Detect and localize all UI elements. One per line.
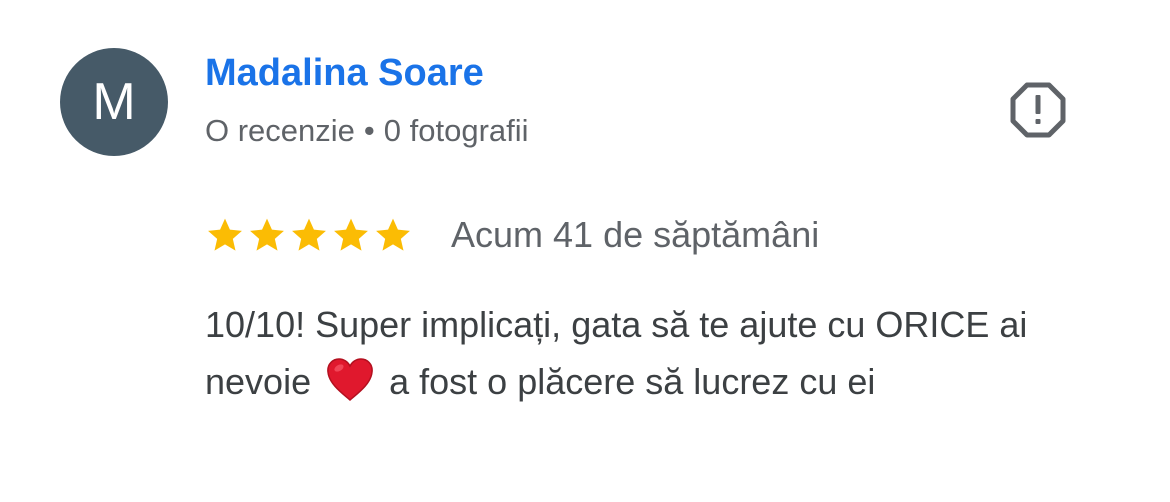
star-icon xyxy=(376,218,410,251)
star-icon xyxy=(292,218,326,251)
report-octagon-icon xyxy=(1010,82,1066,138)
photo-count: 0 fotografii xyxy=(383,113,529,148)
avatar-letter: M xyxy=(92,73,136,131)
report-button[interactable] xyxy=(1008,80,1068,140)
star-icon xyxy=(208,218,242,251)
review-text: 10/10! Super implicați, gata să te ajute… xyxy=(205,296,1105,410)
star-icon xyxy=(334,218,368,251)
avatar[interactable]: M xyxy=(60,48,168,156)
rating-row: Acum 41 de săptămâni xyxy=(205,212,819,258)
reviewer-meta: O recenzie • 0 fotografii xyxy=(205,113,529,149)
star-rating xyxy=(205,215,413,255)
star-icon xyxy=(250,218,284,251)
heart-icon xyxy=(327,358,373,402)
review-text-part-2: a fost o plăcere să lucrez cu ei xyxy=(389,361,876,402)
review-date: Acum 41 de săptămâni xyxy=(451,214,820,255)
reviewer-name[interactable]: Madalina Soare xyxy=(205,52,484,95)
meta-separator: • xyxy=(363,113,375,148)
review-count: O recenzie xyxy=(205,113,355,148)
